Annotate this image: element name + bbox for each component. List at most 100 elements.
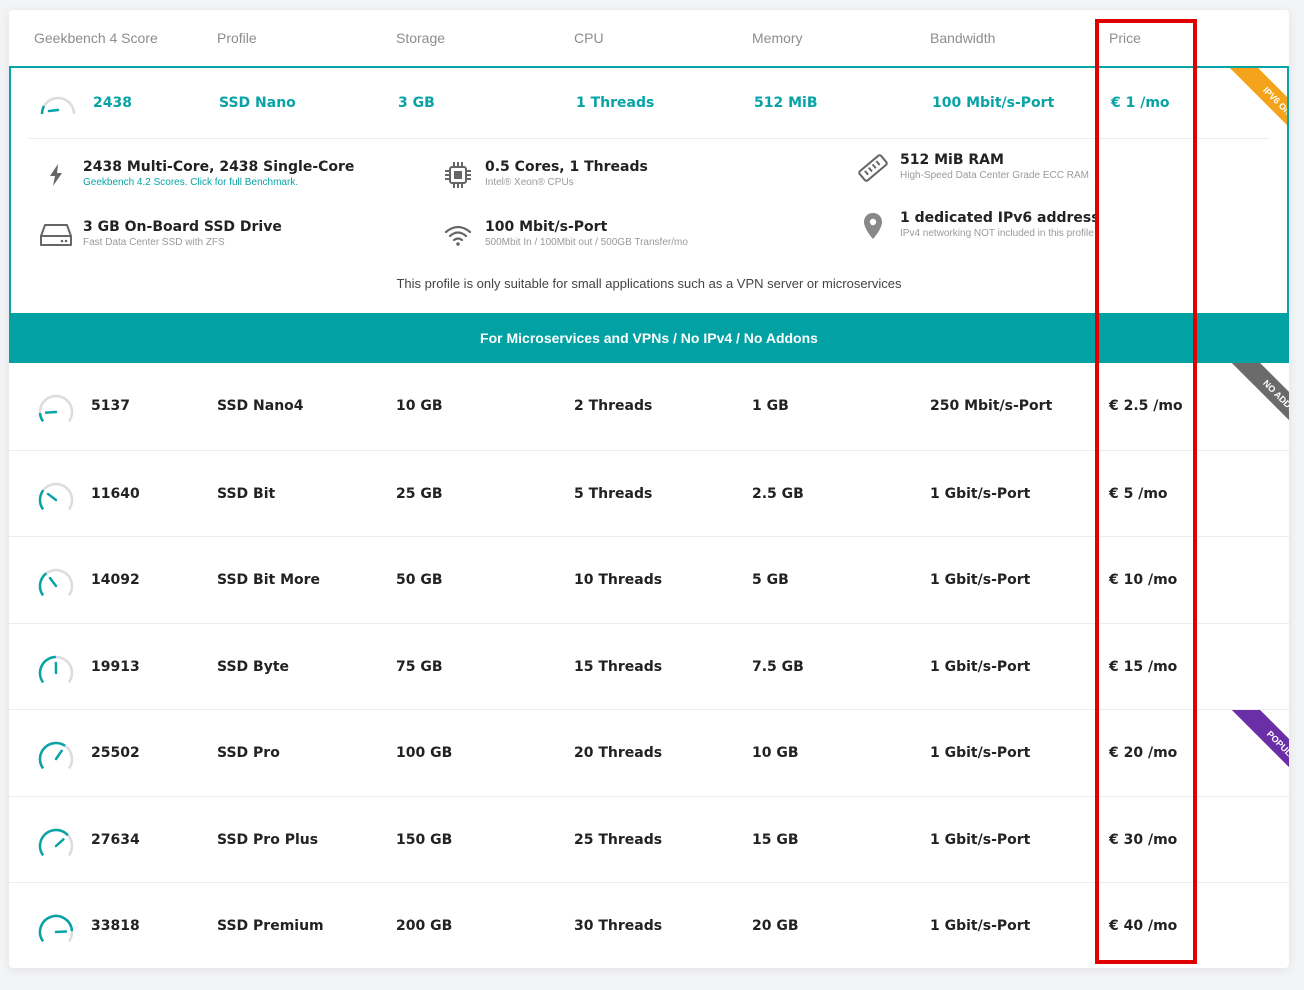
bandwidth: 1 Gbit/s-Port [930,918,1031,935]
storage: 50 GB [396,572,443,589]
feature-subtitle: IPv4 networking NOT included in this pro… [900,228,1094,239]
price: € 30 /mo [1109,831,1178,848]
feature-title: 2438 Multi-Core, 2438 Single-Core [83,159,355,175]
pricing-table: Geekbench 4 Score Profile Storage CPU Me… [9,10,1289,968]
header-score: Geekbench 4 Score [34,30,158,46]
feature-cpu: 0.5 Cores, 1 Threads Intel® Xeon® CPUs [441,158,648,192]
table-row[interactable]: 5137 SSD Nano4 10 GB 2 Threads 1 GB 250 Mbit/… [9,363,1289,453]
profile: SSD Pro Plus [217,831,319,848]
gauge-icon [38,655,74,683]
table-header: Geekbench 4 Score Profile Storage CPU Me… [9,10,1289,66]
profile: SSD Nano4 [217,398,304,415]
gauge-icon [38,915,74,943]
gauge-icon [38,482,74,510]
bandwidth: 1 Gbit/s-Port [930,658,1031,675]
ribbon-no-addons: NO ADDONS [1199,363,1289,453]
header-cpu: CPU [574,30,604,46]
cpu: 30 Threads [574,918,663,935]
storage: 10 GB [396,398,443,415]
storage: 200 GB [396,918,453,935]
score: 2438 [93,95,132,111]
bandwidth: 1 Gbit/s-Port [930,572,1031,589]
score: 27634 [91,831,140,848]
feature-port: 100 Mbit/s-Port 500Mbit In / 100Mbit out… [441,218,688,252]
score: 11640 [91,485,140,502]
ribbon-ipv6-only: IPV6 ONLY! [1197,68,1287,158]
gauge-icon [40,96,76,115]
gauge-icon [38,828,74,856]
score: 33818 [91,918,140,935]
lightning-icon [39,158,73,192]
feature-subtitle: High-Speed Data Center Grade ECC RAM [900,170,1089,181]
memory: 20 GB [752,918,799,935]
gauge-icon [38,569,74,597]
profile: SSD Bit More [217,572,321,589]
table-row[interactable]: 27634 SSD Pro Plus 150 GB 25 Threads 15 GB 1 … [9,795,1289,884]
feature-ipv6: 1 dedicated IPv6 address IPv4 networking… [856,209,1100,243]
header-storage: Storage [396,30,446,46]
profile-note: This profile is only suitable for small … [396,276,902,291]
price: € 2.5 /mo [1109,398,1183,415]
ribbon-label: NO ADDONS [1230,363,1289,453]
cpu-chip-icon [441,158,475,192]
memory: 7.5 GB [752,658,804,675]
cpu: 10 Threads [574,572,663,589]
divider [29,138,1269,139]
storage: 150 GB [396,831,453,848]
ram-stick-icon [856,151,890,185]
feature-title: 100 Mbit/s-Port [485,219,608,235]
bandwidth: 1 Gbit/s-Port [930,745,1031,762]
cpu: 15 Threads [574,658,663,675]
price: € 10 /mo [1109,572,1178,589]
score: 25502 [91,745,140,762]
benchmark-link[interactable]: Geekbench 4.2 Scores. Click for full Ben… [83,176,354,190]
table-row[interactable]: 11640 SSD Bit 25 GB 5 Threads 2.5 GB 1 Gbit/s… [9,449,1289,538]
memory: 2.5 GB [752,485,804,502]
gauge-icon [38,742,74,770]
header-profile: Profile [217,30,257,46]
price: € 40 /mo [1109,918,1178,935]
feature-title: 512 MiB RAM [900,152,1004,168]
bandwidth: 1 Gbit/s-Port [930,831,1031,848]
feature-ssd: 3 GB On-Board SSD Drive Fast Data Center… [39,218,282,252]
cpu: 5 Threads [574,485,653,502]
memory: 15 GB [752,831,799,848]
feature-title: 0.5 Cores, 1 Threads [485,159,648,175]
feature-benchmark[interactable]: 2438 Multi-Core, 2438 Single-Core Geekbe… [39,158,354,192]
table-row[interactable]: 25502 SSD Pro 100 GB 20 Threads 10 GB 1 Gbit/… [9,709,1289,800]
memory: 1 GB [752,398,789,415]
profile: SSD Bit [217,485,276,502]
feature-subtitle: Intel® Xeon® CPUs [485,177,574,188]
header-memory: Memory [752,30,803,46]
table-row-ssd-nano[interactable]: 2438 SSD Nano 3 GB 1 Threads 512 MiB 100… [11,68,1287,138]
bandwidth: 1 Gbit/s-Port [930,485,1031,502]
cpu: 20 Threads [574,745,663,762]
location-pin-icon [856,209,890,243]
table-row[interactable]: 19913 SSD Byte 75 GB 15 Threads 7.5 GB 1 Gbit… [9,622,1289,711]
bandwidth: 250 Mbit/s-Port [930,398,1053,415]
price: € 1 /mo [1111,95,1170,111]
score: 19913 [91,658,140,675]
cpu: 1 Threads [576,95,655,111]
table-row[interactable]: 33818 SSD Premium 200 GB 30 Threads 20 GB 1 G… [9,882,1289,968]
feature-ram: 512 MiB RAM High-Speed Data Center Grade… [856,151,1089,185]
wifi-icon [441,218,475,252]
memory: 5 GB [752,572,789,589]
profile: SSD Pro [217,745,280,762]
cpu: 2 Threads [574,398,653,415]
price: € 15 /mo [1109,658,1178,675]
header-bandwidth: Bandwidth [930,30,996,46]
bandwidth: 100 Mbit/s-Port [932,95,1055,111]
memory: 10 GB [752,745,799,762]
score: 5137 [91,398,130,415]
profile: SSD Premium [217,918,324,935]
storage: 25 GB [396,485,443,502]
table-row[interactable]: 14092 SSD Bit More 50 GB 10 Threads 5 GB 1 Gb… [9,536,1289,624]
header-price: Price [1109,30,1141,46]
price: € 20 /mo [1109,745,1178,762]
ribbon-label: IPV6 ONLY! [1228,68,1287,158]
ribbon-label: POPULAR [1230,710,1289,800]
feature-subtitle: Fast Data Center SSD with ZFS [83,237,225,248]
feature-subtitle: 500Mbit In / 100Mbit out / 500GB Transfe… [485,237,688,248]
profile: SSD Byte [217,658,290,675]
